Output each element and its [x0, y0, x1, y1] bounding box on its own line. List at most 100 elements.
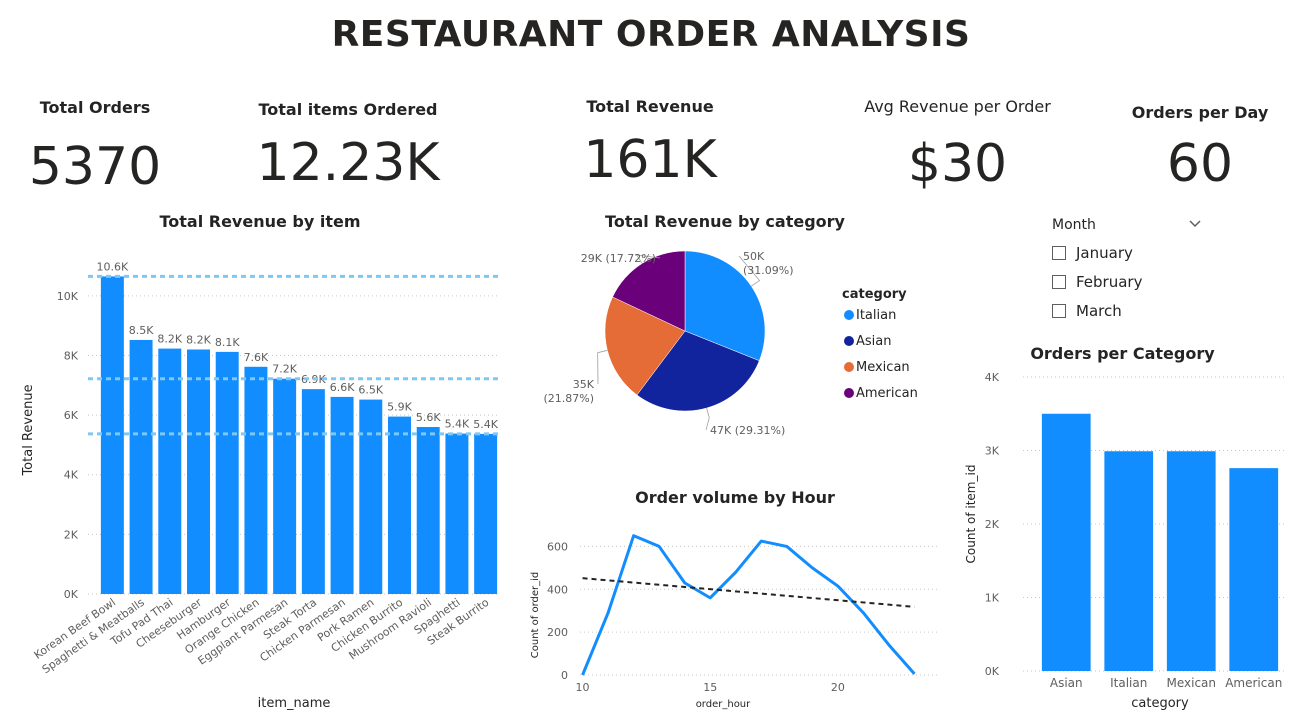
- kpi-total-items: Total items Ordered 12.23K: [248, 100, 448, 193]
- legend-label: American: [856, 386, 918, 401]
- slicer-option-label: March: [1076, 301, 1122, 320]
- bar: [301, 389, 325, 594]
- kpi-avg-revenue: Avg Revenue per Order $30: [855, 97, 1060, 194]
- kpi-label: Total Orders: [39, 98, 151, 117]
- data-label: (31.09%): [743, 264, 794, 277]
- x-axis-title: category: [1131, 696, 1189, 711]
- bar: [158, 348, 182, 594]
- legend-marker: [844, 362, 854, 372]
- data-label: 5.4K: [445, 418, 470, 431]
- slicer-option-march[interactable]: March: [1052, 296, 1202, 325]
- y-tick-label: 0: [561, 669, 568, 682]
- kpi-label: Orders per Day: [1131, 103, 1269, 122]
- order-volume-title: Order volume by Hour: [635, 488, 835, 507]
- y-tick-label: 3K: [985, 445, 1000, 458]
- legend-label: Italian: [856, 308, 896, 323]
- y-tick-label: 400: [547, 583, 568, 596]
- kpi-label: Total Revenue: [586, 97, 714, 116]
- x-axis-title: order_hour: [696, 699, 751, 710]
- checkbox-icon[interactable]: [1052, 245, 1066, 260]
- x-tick-label: American: [1225, 676, 1282, 690]
- legend-marker: [844, 310, 854, 320]
- data-label: 6.6K: [330, 381, 355, 394]
- x-tick-label: Italian: [1110, 676, 1147, 690]
- bar: [388, 416, 411, 594]
- x-axis-title: item_name: [258, 696, 331, 711]
- kpi-value: 60: [1166, 134, 1234, 194]
- slicer-option-label: February: [1076, 272, 1143, 291]
- kpi-value: 5370: [28, 137, 162, 197]
- x-tick-label: Mexican: [1166, 676, 1216, 690]
- kpi-label: Total items Ordered: [258, 100, 438, 119]
- leader-line: [597, 349, 608, 385]
- order-volume-chart: 0 200 400 600 10 15 20 Count of order_id order_h…: [530, 534, 940, 710]
- y-tick-label: 600: [547, 540, 568, 553]
- slicer-option-january[interactable]: January: [1052, 238, 1202, 267]
- revenue-by-category-title: Total Revenue by category: [605, 212, 845, 231]
- bar: [100, 276, 124, 594]
- slicer-header: Month: [1052, 217, 1096, 233]
- kpi-value: $30: [907, 134, 1008, 194]
- data-label: (21.87%): [543, 392, 594, 405]
- dashboard-title: RESTAURANT ORDER ANALYSIS: [331, 14, 971, 55]
- slicer-option-february[interactable]: February: [1052, 267, 1202, 296]
- checkbox-icon[interactable]: [1052, 274, 1066, 289]
- y-tick-label: 4K: [985, 371, 1000, 384]
- y-tick-label: 8K: [64, 349, 79, 362]
- checkbox-icon[interactable]: [1052, 303, 1066, 318]
- revenue-by-category-chart: 50K(31.09%) 47K (29.31%) 35K(21.87%) 29K (1…: [543, 250, 918, 437]
- bar: [273, 378, 297, 594]
- data-label: 10.6K: [96, 260, 128, 273]
- month-slicer: Month January February March: [1052, 212, 1202, 325]
- bar: [1166, 451, 1216, 671]
- y-tick-label: 10K: [57, 290, 79, 303]
- y-tick-label: 6K: [64, 409, 79, 422]
- data-label: 7.6K: [244, 351, 269, 364]
- legend-marker: [844, 388, 854, 398]
- legend-label: Asian: [856, 334, 891, 349]
- bar: [1104, 451, 1154, 671]
- kpi-label: Avg Revenue per Order: [864, 97, 1051, 116]
- kpi-total-orders: Total Orders 5370: [20, 98, 170, 197]
- slicer-option-label: January: [1076, 243, 1133, 262]
- bar: [1041, 413, 1091, 671]
- y-tick-label: 200: [547, 626, 568, 639]
- data-label: 8.1K: [215, 336, 240, 349]
- kpi-total-revenue: Total Revenue 161K: [570, 97, 730, 190]
- y-tick-label: 0K: [64, 588, 79, 601]
- trend-line: [582, 577, 915, 608]
- kpi-value: 12.23K: [256, 133, 440, 193]
- x-tick-label: 15: [703, 681, 717, 694]
- data-label: 29K (17.72%): [581, 252, 656, 265]
- y-axis-title: Count of item_id: [964, 465, 978, 564]
- bar: [215, 351, 239, 594]
- chevron-down-icon[interactable]: [1188, 217, 1202, 233]
- bar: [359, 399, 383, 594]
- orders-per-category-title: Orders per Category: [1030, 344, 1215, 363]
- data-label: 5.6K: [416, 411, 441, 424]
- data-label: 8.2K: [186, 333, 211, 346]
- x-tick-label: Asian: [1050, 676, 1083, 690]
- data-label: 7.2K: [272, 363, 297, 376]
- x-tick-label: 20: [831, 681, 845, 694]
- data-label: 8.5K: [129, 324, 154, 337]
- bar: [474, 433, 498, 594]
- x-tick-label: 10: [576, 681, 590, 694]
- series-line: [581, 534, 916, 676]
- bar: [416, 427, 440, 594]
- data-label: 5.9K: [387, 401, 412, 414]
- y-tick-label: 0K: [985, 665, 1000, 678]
- orders-per-category-chart: 0K 1K 2K 3K 4K Asian Italian Mexican American Cou…: [964, 371, 1285, 711]
- bar: [244, 366, 268, 594]
- legend-marker: [844, 336, 854, 346]
- y-tick-label: 2K: [64, 528, 79, 541]
- data-label: 6.5K: [358, 384, 383, 397]
- data-label: 8.2K: [157, 333, 182, 346]
- data-label: 5.4K: [473, 418, 498, 431]
- kpi-value: 161K: [583, 130, 717, 190]
- bar: [1229, 468, 1279, 671]
- leader-line: [705, 407, 710, 431]
- y-tick-label: 1K: [985, 592, 1000, 605]
- revenue-by-item-chart: 0K2K4K6K8K10K10.6KKorean Beef Bowl8.5KSp…: [21, 260, 500, 711]
- y-axis-title: Count of order_id: [530, 572, 541, 658]
